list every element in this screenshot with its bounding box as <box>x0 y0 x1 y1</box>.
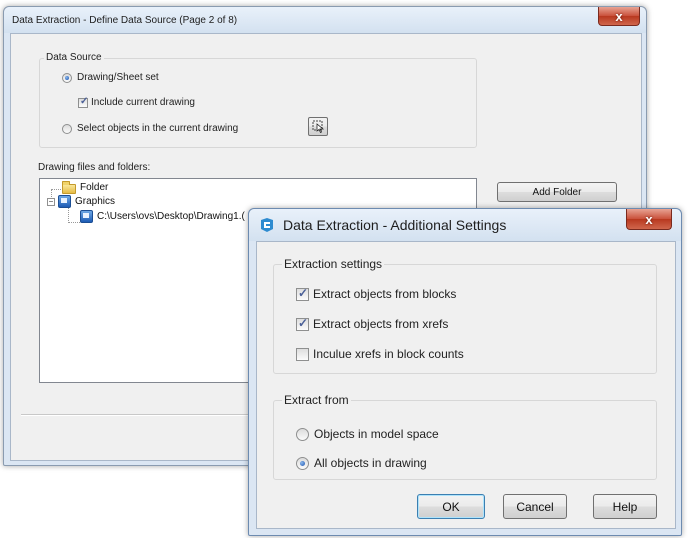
checkbox[interactable]: ✓ <box>78 95 89 108</box>
objects-in-model-space-radio[interactable]: Objects in model space <box>296 427 439 441</box>
additional-settings-title: Data Extraction - Additional Settings <box>283 217 507 233</box>
radio-button[interactable] <box>296 427 309 441</box>
checkbox[interactable]: ✓ <box>296 315 309 331</box>
close-icon: x <box>615 8 623 24</box>
data-source-titlebar: Data Extraction - Define Data Source (Pa… <box>4 7 646 33</box>
close-icon: x <box>645 211 653 227</box>
include-current-drawing-checkbox[interactable]: ✓ Include current drawing <box>78 95 195 108</box>
select-objects-label: Select objects in the current drawing <box>77 123 239 134</box>
help-button[interactable]: Help <box>593 494 657 519</box>
graphics-icon <box>58 195 71 208</box>
additional-settings-titlebar: Data Extraction - Additional Settings x <box>249 209 681 241</box>
objects-in-model-space-label: Objects in model space <box>314 427 439 441</box>
radio-button[interactable] <box>62 72 72 83</box>
extraction-settings-group: Extraction settings ✓ Extract objects fr… <box>273 257 657 374</box>
data-source-group: Data Source Drawing/Sheet set ✓ Include … <box>39 52 477 148</box>
checkmark-icon: ✓ <box>298 285 309 300</box>
radio-button[interactable] <box>62 123 72 134</box>
radio-selected-dot <box>65 75 69 80</box>
extract-from-blocks-label: Extract objects from blocks <box>313 287 457 301</box>
collapse-icon[interactable]: − <box>47 197 55 206</box>
tree-line <box>68 207 69 223</box>
checkbox[interactable] <box>296 347 309 361</box>
extract-from-xrefs-label: Extract objects from xrefs <box>313 317 449 331</box>
radio-selected-dot <box>300 460 305 466</box>
drawing-file-icon <box>80 210 93 223</box>
extract-from-blocks-checkbox[interactable]: ✓ Extract objects from blocks <box>296 285 457 301</box>
help-label: Help <box>612 499 638 514</box>
tree-line <box>51 189 61 190</box>
select-objects-radio[interactable]: Select objects in the current drawing <box>62 123 238 134</box>
all-objects-in-drawing-radio[interactable]: All objects in drawing <box>296 456 427 470</box>
data-extraction-app-icon <box>261 218 273 232</box>
tree-item-drawing[interactable]: C:\Users\ovs\Desktop\Drawing1.( <box>80 210 245 223</box>
add-folder-label: Add Folder <box>532 186 582 198</box>
add-folder-button[interactable]: Add Folder <box>497 182 617 202</box>
pick-objects-icon <box>312 120 324 133</box>
tree-item-graphics-label: Graphics <box>75 196 116 207</box>
tree-item-folder-label: Folder <box>80 182 109 193</box>
tree-line <box>68 222 80 223</box>
cancel-label: Cancel <box>516 499 554 514</box>
drawing-sheet-set-label: Drawing/Sheet set <box>77 72 159 83</box>
select-objects-button[interactable] <box>308 117 328 136</box>
additional-settings-client: Extraction settings ✓ Extract objects fr… <box>256 241 676 529</box>
drawing-sheet-set-radio[interactable]: Drawing/Sheet set <box>62 72 159 83</box>
include-current-drawing-label: Include current drawing <box>91 97 195 108</box>
extract-from-xrefs-checkbox[interactable]: ✓ Extract objects from xrefs <box>296 315 449 331</box>
data-source-dialog-title: Data Extraction - Define Data Source (Pa… <box>12 14 238 26</box>
extract-from-label: Extract from <box>282 393 351 407</box>
checkbox[interactable]: ✓ <box>296 285 309 301</box>
all-objects-in-drawing-label: All objects in drawing <box>314 456 427 470</box>
include-xrefs-in-block-counts-label: Inculue xrefs in block counts <box>313 347 464 361</box>
tree-item-drawing-label: C:\Users\ovs\Desktop\Drawing1.( <box>97 211 245 222</box>
checkmark-icon: ✓ <box>298 315 309 330</box>
ok-label: OK <box>442 499 460 514</box>
cancel-button[interactable]: Cancel <box>503 494 567 519</box>
extract-from-group: Extract from Objects in model space All … <box>273 393 657 480</box>
extraction-settings-label: Extraction settings <box>282 257 385 271</box>
tree-item-graphics[interactable]: − Graphics <box>47 195 115 208</box>
radio-button[interactable] <box>296 456 309 470</box>
data-source-group-label: Data Source <box>44 52 104 63</box>
checkmark-icon: ✓ <box>80 95 89 107</box>
ok-button[interactable]: OK <box>417 494 485 519</box>
include-xrefs-in-block-counts-checkbox[interactable]: Inculue xrefs in block counts <box>296 347 464 361</box>
data-source-close-button[interactable]: x <box>598 7 640 26</box>
additional-settings-dialog: Data Extraction - Additional Settings x … <box>248 208 682 536</box>
tree-item-folder[interactable]: Folder <box>62 181 108 194</box>
drawing-files-label: Drawing files and folders: <box>38 162 151 173</box>
folder-icon <box>62 181 76 194</box>
additional-settings-close-button[interactable]: x <box>626 209 672 230</box>
